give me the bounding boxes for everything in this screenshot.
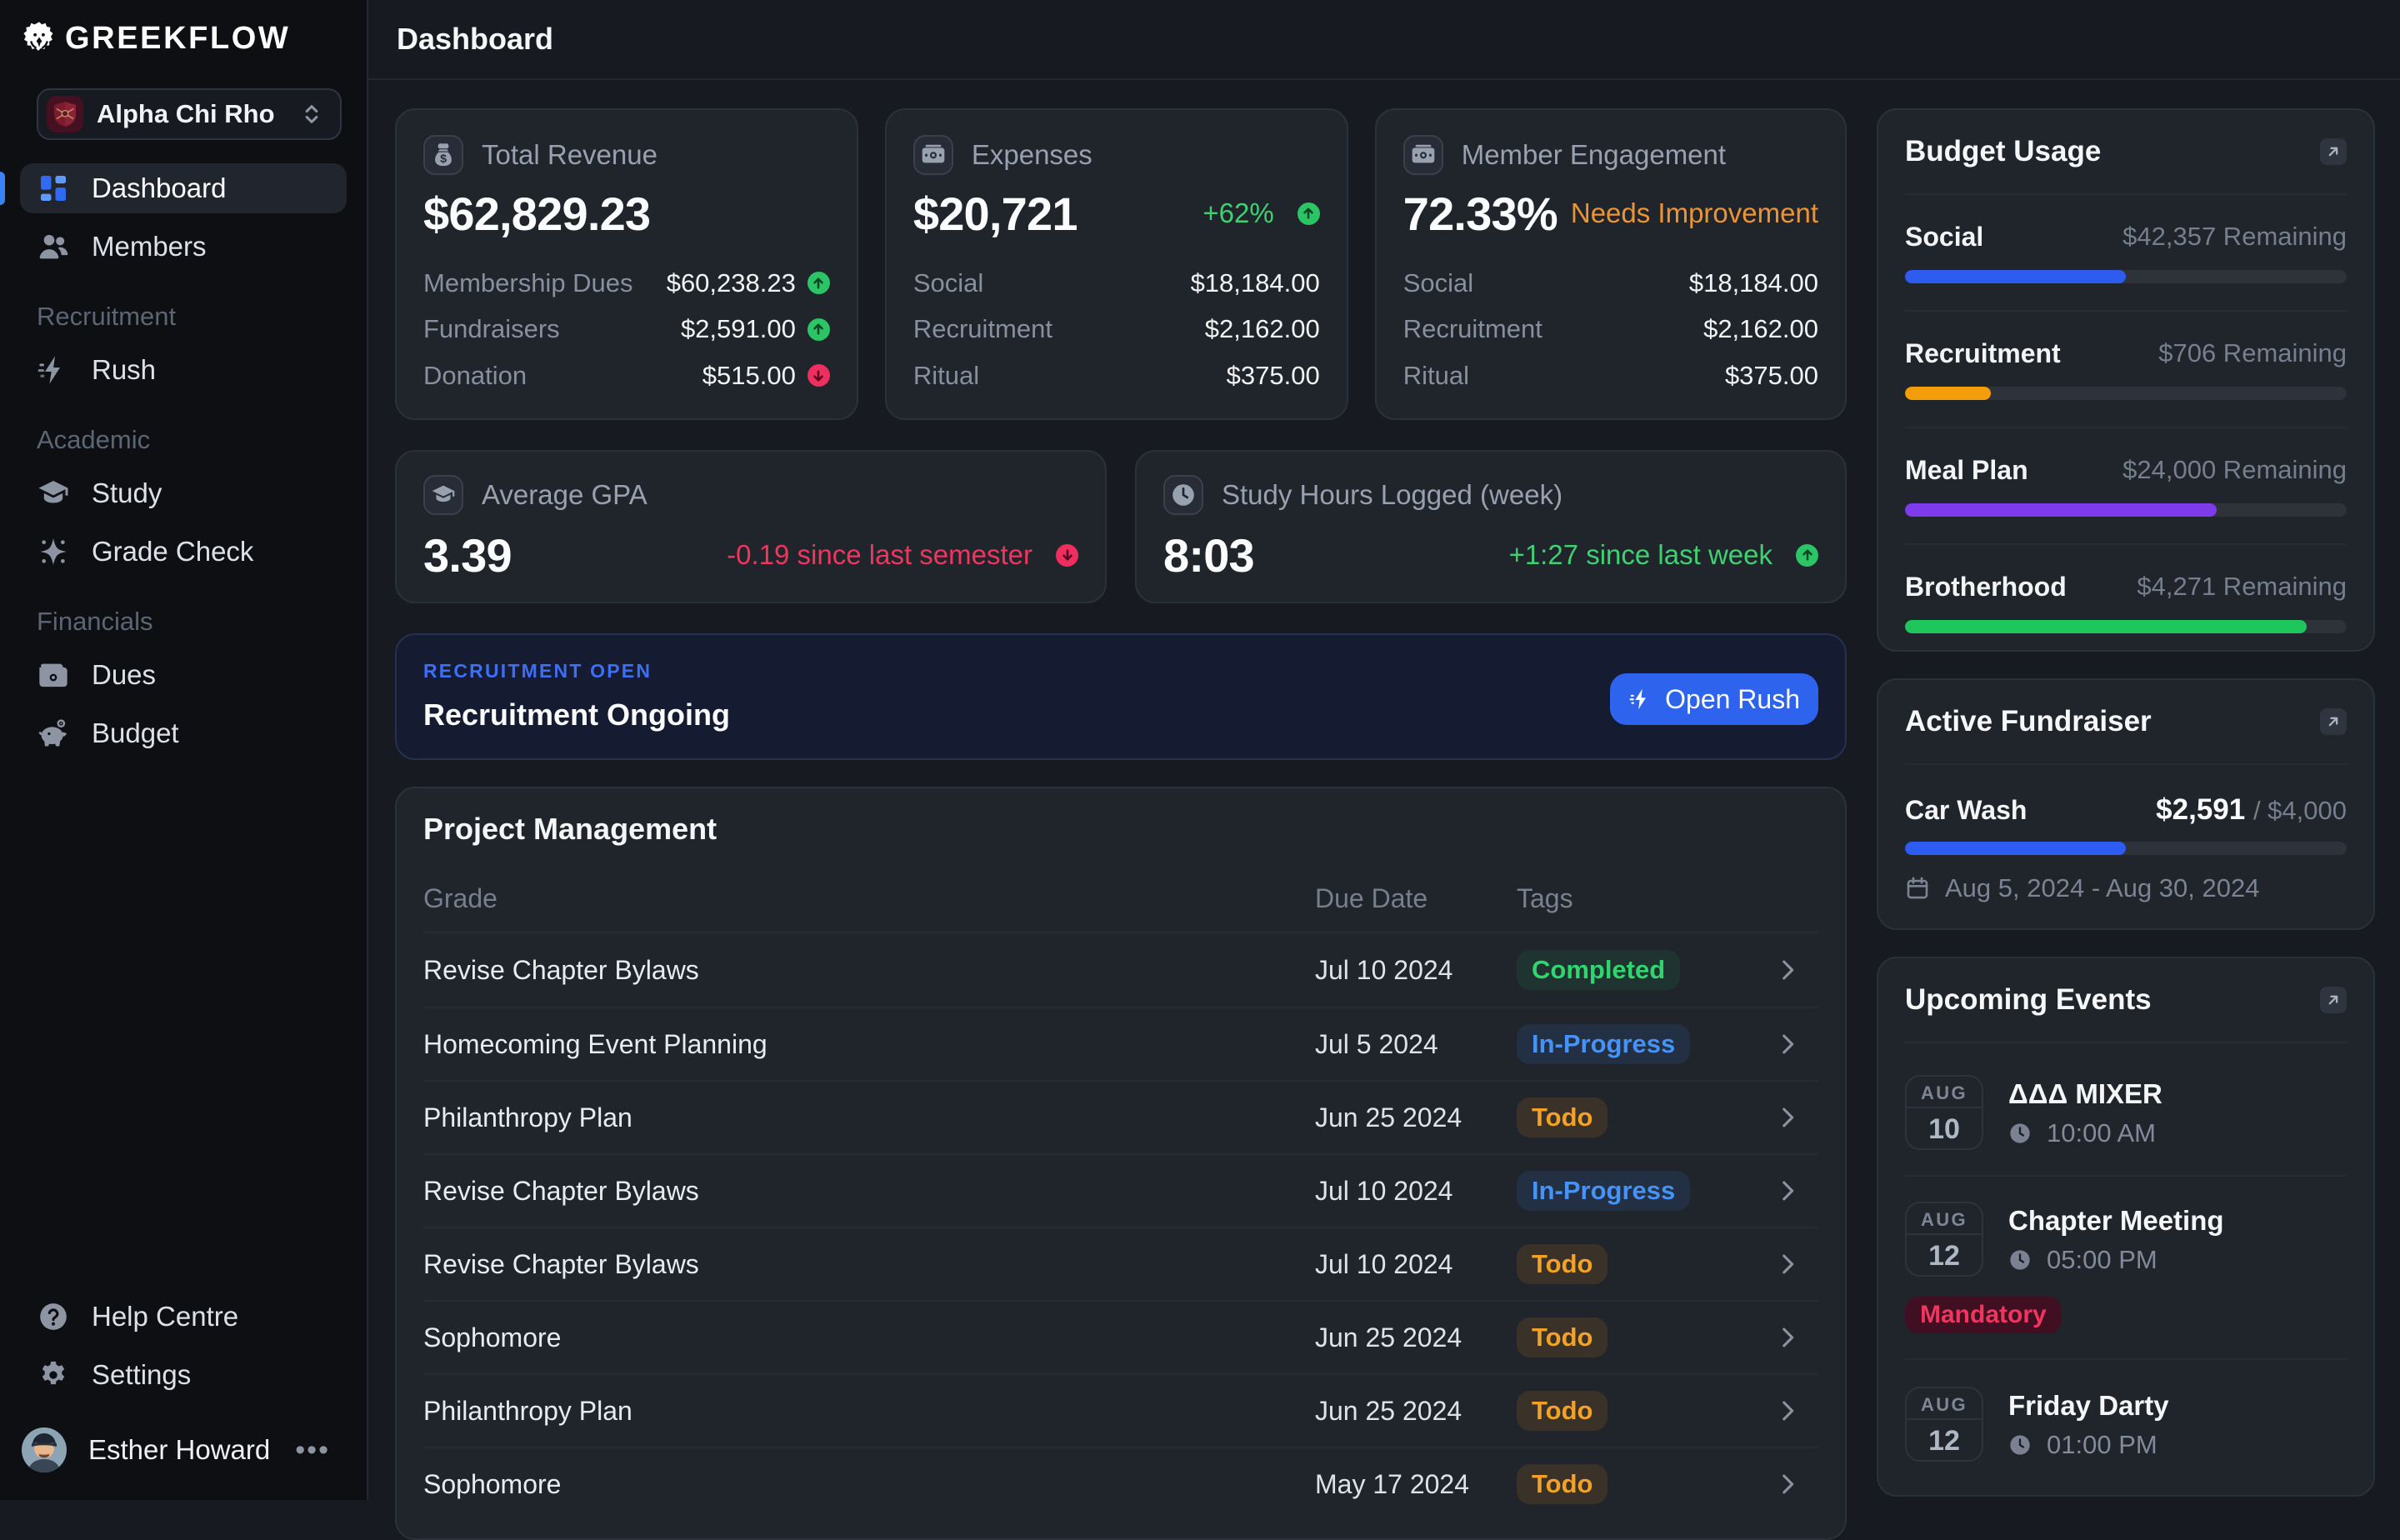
- svg-text:$: $: [440, 152, 447, 166]
